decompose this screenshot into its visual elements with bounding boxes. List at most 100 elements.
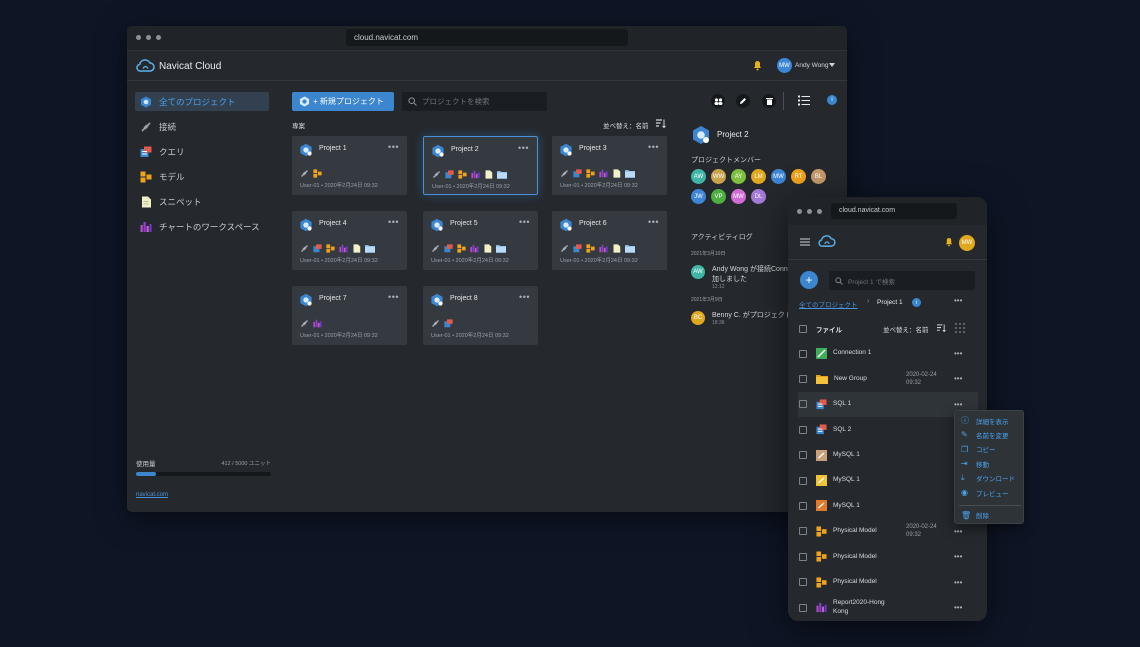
row-checkbox[interactable] [799, 603, 807, 612]
more-icon[interactable]: ••• [954, 527, 962, 536]
mobile-search-input[interactable]: Project 1 で検索 [829, 271, 975, 290]
row-checkbox[interactable] [799, 400, 807, 409]
more-icon[interactable]: ••• [954, 349, 962, 358]
member-avatar[interactable]: VP [711, 189, 726, 204]
more-icon[interactable]: ••• [648, 217, 659, 227]
mobile-url-bar[interactable]: cloud.navicat.com [831, 203, 957, 219]
context-menu-item[interactable]: ✎ 名前を変更 [961, 430, 1009, 440]
more-icon[interactable]: ••• [518, 143, 529, 153]
row-checkbox[interactable] [799, 451, 807, 460]
context-menu-item[interactable]: 🗑 削除 [961, 510, 989, 521]
row-checkbox[interactable] [799, 374, 807, 383]
list-view-icon[interactable] [798, 95, 810, 106]
project-card[interactable]: Project 4 ••• User-01 • 2020年2月24日 09:32 [292, 211, 407, 270]
sidebar-item-connection[interactable]: 接続 [135, 117, 269, 136]
file-row[interactable]: New Group 2020-02-24 09:32 ••• [798, 366, 978, 391]
member-avatar[interactable]: MW [771, 169, 786, 184]
project-card[interactable]: Project 1 ••• User-01 • 2020年2月24日 09:32 [292, 136, 407, 195]
member-avatar[interactable]: AW [691, 169, 706, 184]
sort-button[interactable]: 並べ替え：名前 [603, 120, 649, 130]
navicat-link[interactable]: navicat.com [136, 492, 168, 498]
sidebar-item-model[interactable]: モデル [135, 167, 269, 186]
sort-icon[interactable] [656, 119, 666, 128]
sidebar-item-snippet[interactable]: スニペット [135, 192, 269, 211]
context-menu-item[interactable]: ⓘ 詳細を表示 [961, 415, 1009, 426]
file-row[interactable]: MySQL 1••• [798, 443, 978, 468]
more-icon[interactable]: ••• [388, 217, 399, 227]
sort-button[interactable]: 並べ替え：名前 [883, 324, 929, 334]
context-menu-item[interactable]: ⇥ 移動 [961, 459, 989, 469]
avatar[interactable]: MW [959, 235, 975, 251]
more-icon[interactable]: ••• [954, 296, 962, 305]
avatar[interactable]: MW [777, 58, 792, 73]
chevron-down-icon[interactable] [829, 63, 835, 68]
project-card[interactable]: Project 6 ••• User-01 • 2020年2月24日 09:32 [552, 211, 667, 270]
info-icon[interactable]: i [827, 95, 837, 105]
context-menu-item[interactable]: ◉ プレビュー [961, 488, 1009, 498]
row-checkbox[interactable] [799, 501, 807, 510]
project-card[interactable]: Project 8 ••• User-01 • 2020年2月24日 09:32 [423, 286, 538, 345]
member-avatar[interactable]: RT [791, 169, 806, 184]
more-icon[interactable]: ••• [954, 552, 962, 561]
more-icon[interactable]: ••• [954, 578, 962, 587]
member-avatar[interactable]: JW [691, 189, 706, 204]
member-avatar[interactable]: DL [751, 189, 766, 204]
more-icon[interactable]: ••• [519, 217, 530, 227]
file-row[interactable]: Physical Model 2020-02-24 09:32 ••• [798, 519, 978, 544]
more-icon[interactable]: ••• [954, 400, 962, 409]
window-controls[interactable] [136, 35, 161, 40]
more-icon[interactable]: ••• [954, 603, 962, 612]
file-row[interactable]: Connection 1 ••• [798, 341, 978, 366]
row-checkbox[interactable] [799, 578, 807, 587]
info-icon[interactable]: i [912, 298, 921, 307]
file-row[interactable]: Physical Model ••• [798, 570, 978, 595]
context-menu-item[interactable]: ❐ コピー [961, 444, 996, 455]
new-project-button[interactable]: + 新規プロジェクト [292, 92, 394, 111]
file-row[interactable]: SQL 1 ••• [798, 391, 978, 417]
file-row[interactable]: MySQL 1••• [798, 468, 978, 493]
member-avatar[interactable]: LM [751, 169, 766, 184]
project-search-input[interactable]: プロジェクトを検索 [402, 92, 547, 111]
more-icon[interactable]: ••• [388, 142, 399, 152]
mysql-icon [816, 449, 827, 461]
bell-icon[interactable] [945, 237, 953, 247]
sidebar-item-query[interactable]: クエリ [135, 142, 269, 161]
project-card[interactable]: Project 3 ••• User-01 • 2020年2月24日 09:32 [552, 136, 667, 195]
more-icon[interactable]: ••• [954, 374, 962, 383]
members-icon[interactable] [711, 94, 725, 108]
member-avatar[interactable]: AY [731, 169, 746, 184]
project-card[interactable]: Project 7 ••• User-01 • 2020年2月24日 09:32 [292, 286, 407, 345]
url-bar[interactable]: cloud.navicat.com [346, 29, 628, 46]
grid-view-icon[interactable] [954, 322, 966, 334]
row-checkbox[interactable] [799, 476, 807, 485]
file-row[interactable]: SQL 2••• [798, 417, 978, 442]
delete-icon[interactable] [762, 94, 776, 108]
row-checkbox[interactable] [799, 425, 807, 434]
more-icon[interactable]: ••• [388, 292, 399, 302]
row-checkbox[interactable] [799, 527, 807, 536]
hamburger-menu-icon[interactable] [800, 238, 810, 246]
file-row[interactable]: Physical Model ••• [798, 544, 978, 569]
project-card[interactable]: Project 2 ••• User-01 • 2020年2月24日 09:32 [423, 136, 538, 195]
select-all-checkbox[interactable] [799, 324, 807, 333]
window-controls[interactable] [797, 209, 822, 214]
add-button[interactable]: + [800, 271, 818, 289]
user-name[interactable]: Andy Wong [795, 62, 828, 69]
file-row[interactable]: Report2020-Hong Kong ••• [798, 595, 978, 620]
member-avatar[interactable]: MW [731, 189, 746, 204]
edit-icon[interactable] [736, 94, 750, 108]
project-card[interactable]: Project 5 ••• User-01 • 2020年2月24日 09:32 [423, 211, 538, 270]
more-icon[interactable]: ••• [648, 142, 659, 152]
more-icon[interactable]: ••• [519, 292, 530, 302]
sidebar-item-all-projects[interactable]: 全てのプロジェクト [135, 92, 269, 111]
breadcrumb-root[interactable]: 全てのプロジェクト [799, 299, 858, 309]
row-checkbox[interactable] [799, 552, 807, 561]
row-checkbox[interactable] [799, 349, 807, 358]
member-avatar[interactable]: BL [811, 169, 826, 184]
context-menu-item[interactable]: ⤓ ダウンロード [961, 473, 1015, 483]
bell-icon[interactable] [753, 60, 762, 71]
member-avatar[interactable]: WW [711, 169, 726, 184]
sidebar-item-chart-workspace[interactable]: チャートのワークスペース [135, 217, 269, 236]
sort-icon[interactable] [937, 324, 946, 332]
file-row[interactable]: MySQL 1••• [798, 493, 978, 518]
